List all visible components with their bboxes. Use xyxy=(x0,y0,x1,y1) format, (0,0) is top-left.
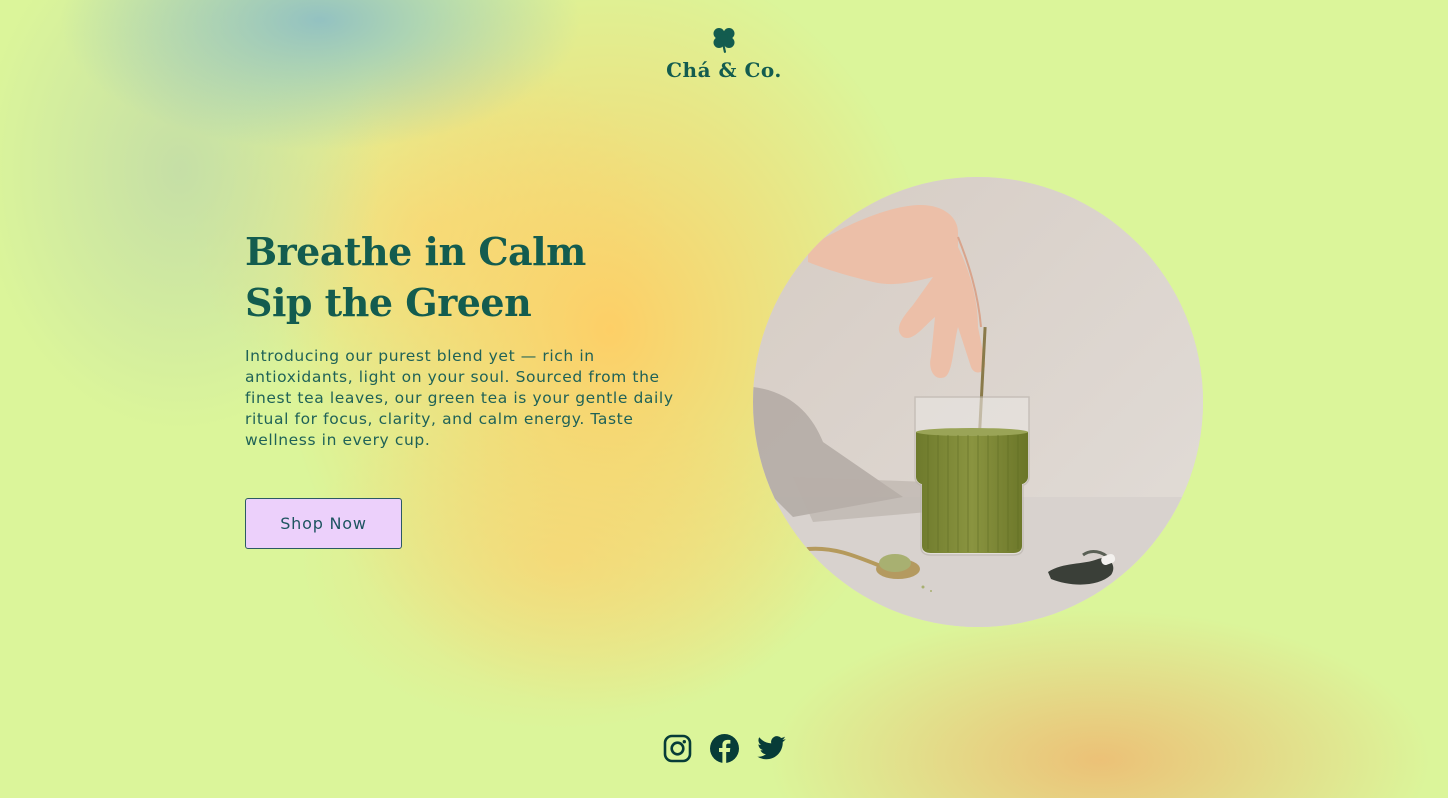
brand-name: Chá & Co. xyxy=(666,58,782,82)
hero-image xyxy=(753,177,1203,627)
instagram-link[interactable] xyxy=(662,733,693,764)
twitter-link[interactable] xyxy=(756,733,787,764)
shop-now-button[interactable]: Shop Now xyxy=(245,498,402,549)
twitter-icon xyxy=(756,736,786,760)
facebook-icon xyxy=(709,734,739,763)
hero-section: Breathe in Calm Sip the Green Introducin… xyxy=(245,226,705,451)
hero-description: Introducing our purest blend yet — rich … xyxy=(245,347,674,449)
gradient-background xyxy=(0,0,1448,798)
instagram-icon xyxy=(663,734,691,763)
clover-icon xyxy=(713,28,735,53)
hero-title-line-1: Breathe in Calm xyxy=(245,229,586,274)
hero-title: Breathe in Calm Sip the Green xyxy=(245,226,705,328)
social-links xyxy=(0,733,1448,764)
facebook-link[interactable] xyxy=(709,733,740,764)
hero-title-line-2: Sip the Green xyxy=(245,280,532,325)
brand-logo[interactable]: Chá & Co. xyxy=(0,26,1448,82)
